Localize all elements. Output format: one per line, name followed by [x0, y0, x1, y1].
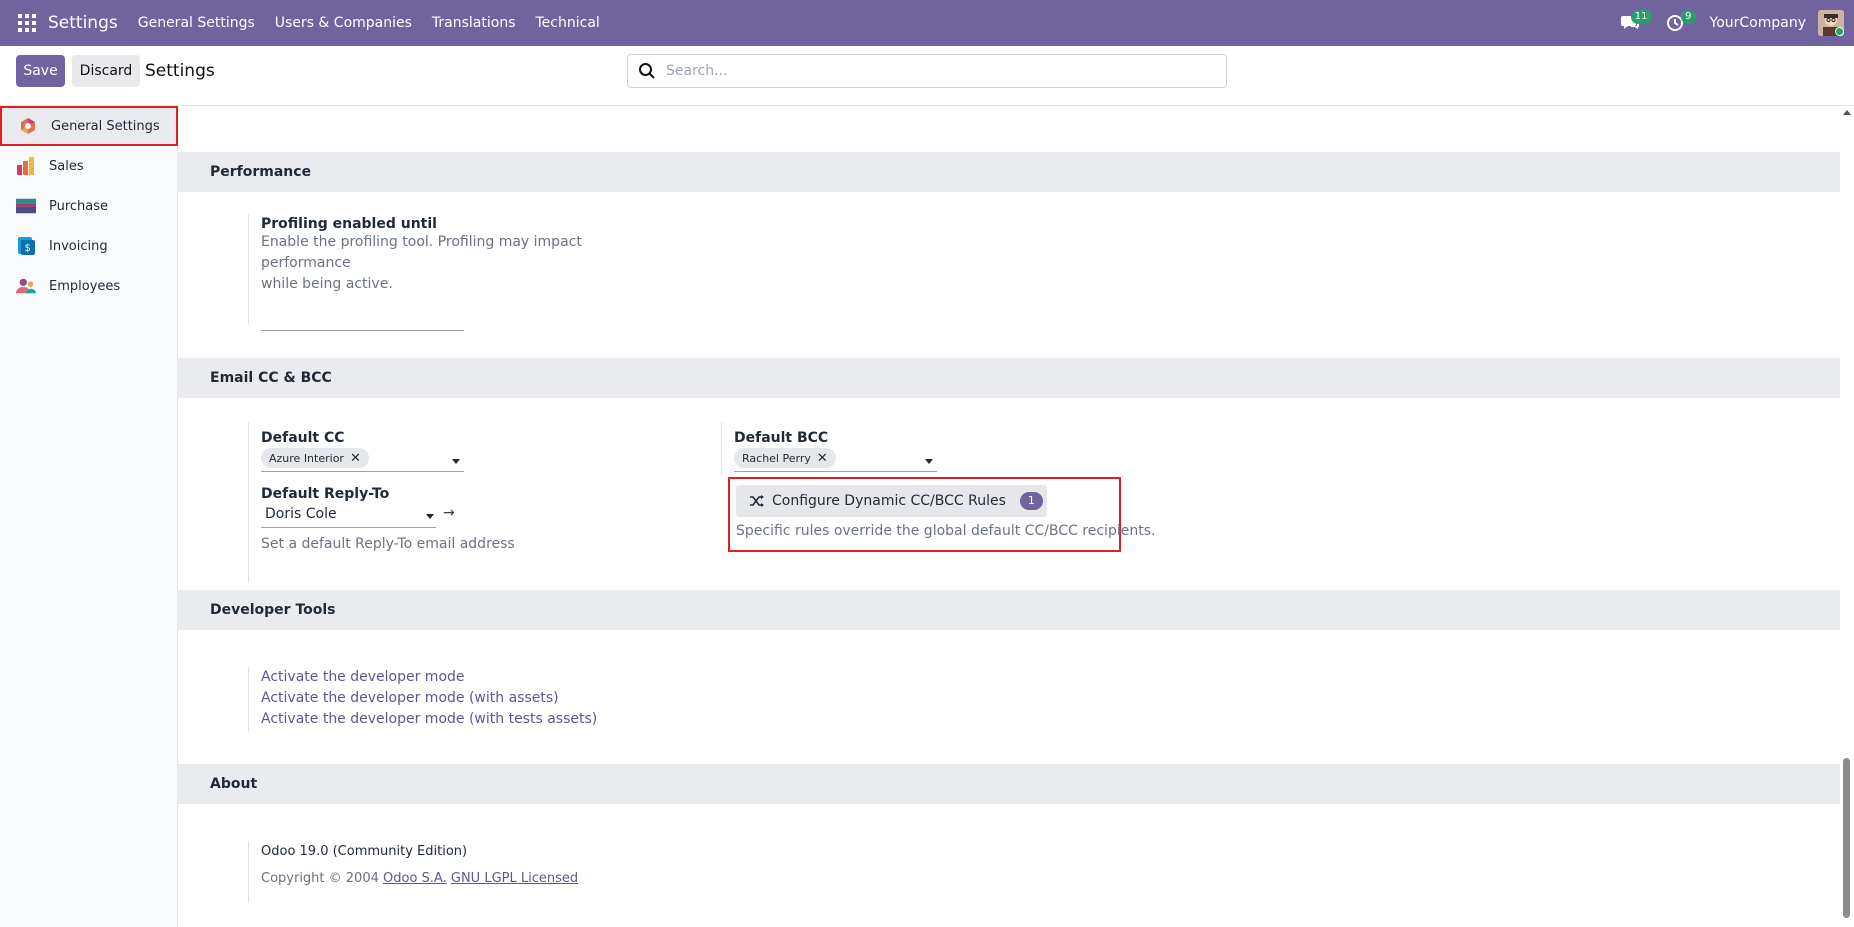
save-button[interactable]: Save [16, 55, 65, 87]
setting-developer-links: Activate the developer mode Activate the… [248, 667, 648, 731]
menu-technical[interactable]: Technical [536, 15, 600, 31]
search-input[interactable] [666, 63, 1206, 79]
menu-users-companies[interactable]: Users & Companies [275, 15, 412, 31]
employees-icon [16, 276, 36, 296]
sidebar-item-employees[interactable]: Employees [0, 266, 177, 306]
sidebar-item-label: Sales [49, 158, 84, 174]
discard-button[interactable]: Discard [72, 55, 140, 87]
rules-count-badge: 1 [1019, 492, 1043, 510]
activities-badge: 9 [1681, 10, 1696, 24]
section-developer-header: Developer Tools [178, 590, 1840, 630]
configure-dynamic-rules-label: Configure Dynamic CC/BCC Rules [772, 493, 1006, 509]
setting-profiling: Profiling enabled until Enable the profi… [248, 214, 648, 331]
chevron-down-icon[interactable] [426, 514, 434, 519]
chevron-down-icon[interactable] [925, 459, 933, 464]
activate-developer-mode-link[interactable]: Activate the developer mode [261, 667, 648, 688]
messages-icon[interactable]: 11 [1618, 10, 1652, 36]
setting-email-cc-replyto: Default CC Azure Interior ✕ Default Repl… [248, 422, 608, 582]
sidebar-item-label: Invoicing [49, 238, 108, 254]
content-scrollbar[interactable] [1840, 106, 1854, 927]
sidebar-item-purchase[interactable]: Purchase [0, 186, 177, 226]
chevron-down-icon[interactable] [452, 459, 460, 464]
license-link[interactable]: GNU LGPL Licensed [451, 871, 578, 886]
default-bcc-label: Default BCC [734, 430, 829, 446]
copyright-line: Copyright © 2004 Odoo S.A. GNU LGPL Lice… [261, 871, 648, 886]
reply-to-field[interactable]: Doris Cole → [261, 504, 456, 528]
activate-developer-mode-assets-link[interactable]: Activate the developer mode (with assets… [261, 688, 648, 709]
open-record-arrow-icon[interactable]: → [443, 505, 455, 521]
search-icon [639, 63, 655, 79]
sidebar-item-label: Employees [49, 278, 121, 294]
setting-about: Odoo 19.0 (Community Edition) Copyright … [248, 842, 648, 902]
reply-to-value[interactable]: Doris Cole [261, 504, 436, 528]
purchase-icon [16, 196, 36, 216]
default-bcc-tag-label: Rachel Perry [742, 451, 811, 465]
shuffle-icon [750, 495, 764, 507]
default-bcc-tag: Rachel Perry ✕ [734, 448, 836, 468]
control-panel: Save Discard Settings [0, 46, 1854, 106]
remove-tag-icon[interactable]: ✕ [350, 451, 361, 466]
default-bcc-field[interactable]: Rachel Perry ✕ [734, 448, 937, 472]
settings-sidebar: General Settings Sales Purchase $ Invoic… [0, 106, 178, 927]
reply-to-label: Default Reply-To [261, 486, 390, 502]
default-cc-field[interactable]: Azure Interior ✕ [261, 448, 464, 472]
section-email-header: Email CC & BCC [178, 358, 1840, 398]
reply-to-description: Set a default Reply-To email address [261, 536, 515, 552]
company-switcher[interactable]: YourCompany [1710, 15, 1807, 31]
invoicing-icon: $ [16, 236, 36, 256]
rules-description: Specific rules override the global defau… [736, 523, 1156, 539]
search-bar[interactable] [627, 54, 1227, 88]
activate-developer-mode-tests-link[interactable]: Activate the developer mode (with tests … [261, 709, 648, 730]
sidebar-item-label: General Settings [51, 118, 160, 134]
configure-dynamic-rules-button[interactable]: Configure Dynamic CC/BCC Rules 1 [736, 485, 1047, 517]
sales-icon [16, 156, 36, 176]
section-about-header: About [178, 764, 1840, 804]
user-avatar[interactable] [1818, 10, 1844, 36]
section-performance-header: Performance [178, 152, 1840, 192]
profiling-description-line2: while being active. [261, 276, 393, 292]
copyright-text: Copyright © 2004 [261, 871, 379, 886]
page-title: Settings [145, 61, 215, 81]
profiling-date-input[interactable] [261, 295, 464, 331]
odoo-company-link[interactable]: Odoo S.A. [383, 871, 447, 886]
profiling-label: Profiling enabled until [261, 216, 437, 232]
version-text: Odoo 19.0 (Community Edition) [261, 844, 468, 859]
svg-text:$: $ [25, 243, 31, 254]
sidebar-item-invoicing[interactable]: $ Invoicing [0, 226, 177, 266]
profiling-description-line1: Enable the profiling tool. Profiling may… [261, 234, 582, 271]
default-cc-tag-label: Azure Interior [269, 451, 344, 465]
menu-general-settings[interactable]: General Settings [138, 15, 255, 31]
remove-tag-icon[interactable]: ✕ [817, 451, 828, 466]
setting-email-bcc: Default BCC Rachel Perry ✕ [721, 422, 1101, 476]
apps-grid-icon[interactable] [18, 14, 36, 32]
settings-content: Performance Profiling enabled until Enab… [178, 106, 1840, 927]
default-cc-tag: Azure Interior ✕ [261, 448, 369, 468]
sidebar-item-label: Purchase [49, 198, 109, 214]
activities-icon[interactable]: 9 [1662, 10, 1696, 36]
general-settings-icon [18, 116, 38, 136]
sidebar-item-sales[interactable]: Sales [0, 146, 177, 186]
menu-translations[interactable]: Translations [432, 15, 516, 31]
online-status-dot [1835, 27, 1844, 36]
app-brand[interactable]: Settings [48, 13, 118, 33]
scroll-up-arrow-icon[interactable] [1843, 110, 1851, 115]
messages-badge: 11 [1630, 10, 1652, 24]
scroll-thumb[interactable] [1843, 758, 1850, 918]
sidebar-item-general-settings[interactable]: General Settings [0, 106, 178, 146]
dynamic-rules-highlight: Configure Dynamic CC/BCC Rules 1 Specifi… [728, 477, 1155, 552]
default-cc-label: Default CC [261, 430, 345, 446]
top-navbar: Settings General Settings Users & Compan… [0, 0, 1854, 46]
